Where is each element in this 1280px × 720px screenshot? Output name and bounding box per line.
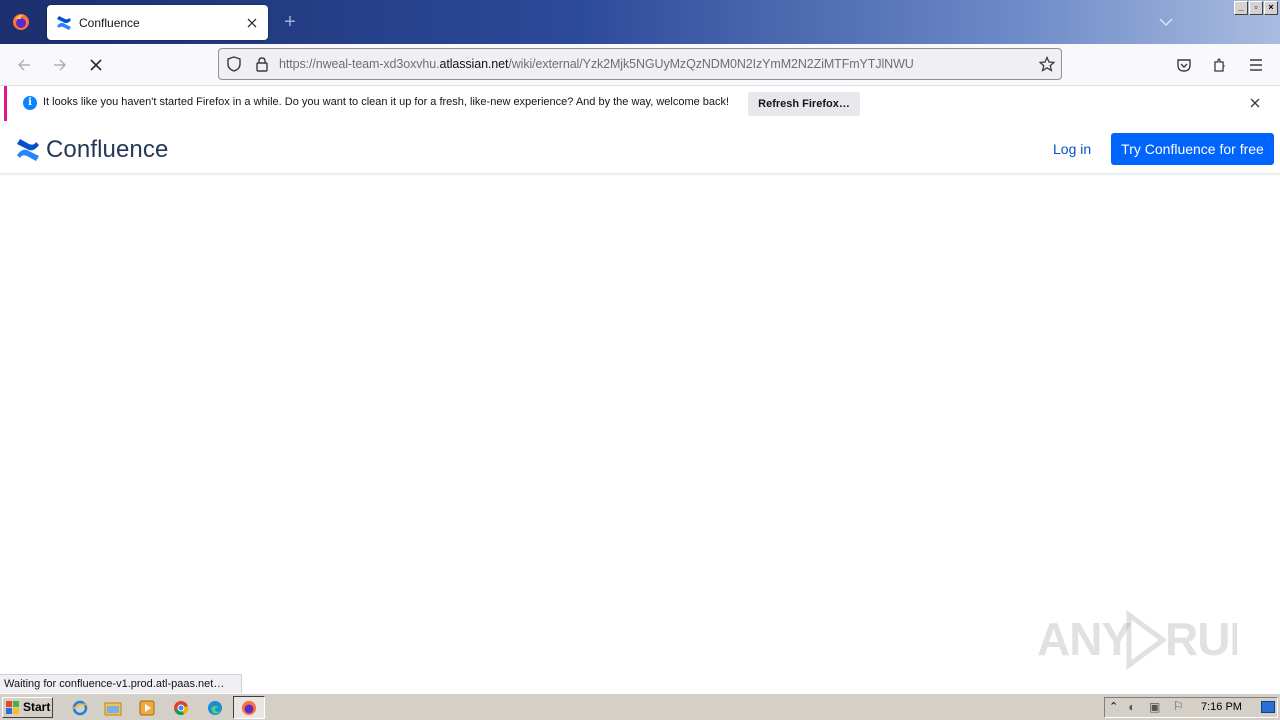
start-label: Start (23, 700, 51, 714)
speaker-icon[interactable]: ◖ (1127, 700, 1134, 714)
confluence-icon (17, 139, 39, 161)
chrome-icon[interactable] (171, 698, 191, 718)
url-path: /wiki/external/Yzk2Mjk5NGUyMzQzNDM0N2IzY… (508, 57, 914, 71)
plus-icon[interactable]: + (278, 10, 302, 34)
svg-text:ANY: ANY (1037, 613, 1131, 665)
restore-button[interactable]: ▫ (1249, 1, 1263, 15)
close-window-button[interactable]: × (1264, 1, 1278, 15)
url-bar[interactable]: https://nweal-team-xd3oxvhu.atlassian.ne… (218, 48, 1062, 80)
back-icon[interactable] (12, 53, 36, 77)
close-icon[interactable] (240, 11, 264, 35)
login-link[interactable]: Log in (1053, 141, 1091, 157)
firefox-icon (13, 14, 29, 30)
star-icon[interactable] (1039, 56, 1055, 72)
media-icon[interactable] (137, 698, 157, 718)
tab-bar: Confluence + _ ▫ × (0, 0, 1280, 44)
chevron-down-icon[interactable] (1155, 11, 1177, 33)
firefox-menu-button[interactable] (0, 0, 42, 44)
lock-icon[interactable] (255, 56, 269, 72)
flag-icon[interactable]: ⚐ (1173, 699, 1184, 713)
watermark-logo: ANY RUN (1037, 605, 1237, 675)
svg-text:RUN: RUN (1165, 613, 1237, 665)
show-desktop-icon[interactable] (1261, 701, 1275, 713)
shield-icon[interactable] (226, 56, 242, 72)
close-icon[interactable] (1246, 94, 1264, 112)
taskbar-firefox-active[interactable] (233, 696, 265, 719)
pocket-icon[interactable] (1172, 53, 1196, 77)
navigation-toolbar: https://nweal-team-xd3oxvhu.atlassian.ne… (0, 44, 1280, 86)
tray-expand-icon[interactable]: ⌃ (1109, 700, 1118, 713)
stop-icon[interactable] (84, 53, 108, 77)
confluence-logo[interactable]: Confluence (16, 136, 168, 164)
menu-icon[interactable] (1244, 53, 1268, 77)
logo-text: Confluence (46, 136, 169, 163)
tab-title: Confluence (79, 15, 140, 30)
try-confluence-button[interactable]: Try Confluence for free (1111, 133, 1274, 165)
minimize-button[interactable]: _ (1234, 1, 1248, 15)
taskbar: Start ⌃ ◖ ▣ ⚐ 7:16 PM (0, 693, 1280, 720)
ie-icon[interactable] (70, 698, 90, 718)
notification-message: It looks like you haven't started Firefo… (43, 96, 730, 108)
confluence-icon (56, 15, 72, 31)
screen: Confluence + _ ▫ × https://nweal-team-xd… (0, 0, 1280, 720)
windows-logo-icon (6, 701, 19, 714)
extensions-icon[interactable] (1208, 53, 1232, 77)
edge-icon[interactable] (205, 698, 225, 718)
start-button[interactable]: Start (2, 697, 53, 718)
info-icon: i (23, 96, 37, 110)
window-controls: _ ▫ × (1234, 1, 1278, 15)
status-panel: Waiting for confluence-v1.prod.atl-paas.… (0, 674, 242, 693)
forward-icon[interactable] (48, 53, 72, 77)
folder-icon[interactable] (103, 698, 123, 718)
refresh-firefox-button[interactable]: Refresh Firefox… (748, 92, 860, 116)
tab-confluence[interactable]: Confluence (47, 5, 268, 40)
system-tray: ⌃ ◖ ▣ ⚐ 7:16 PM (1104, 697, 1278, 718)
clock[interactable]: 7:16 PM (1201, 701, 1242, 713)
network-icon[interactable]: ▣ (1149, 700, 1160, 714)
url-text[interactable]: https://nweal-team-xd3oxvhu.atlassian.ne… (279, 57, 914, 71)
refresh-notification-bar: i It looks like you haven't started Fire… (4, 86, 1276, 121)
url-host: atlassian.net (439, 57, 509, 71)
confluence-header: Confluence Log in Try Confluence for fre… (0, 124, 1280, 174)
url-prefix: https://nweal-team-xd3oxvhu. (279, 57, 440, 71)
firefox-icon (241, 700, 257, 716)
